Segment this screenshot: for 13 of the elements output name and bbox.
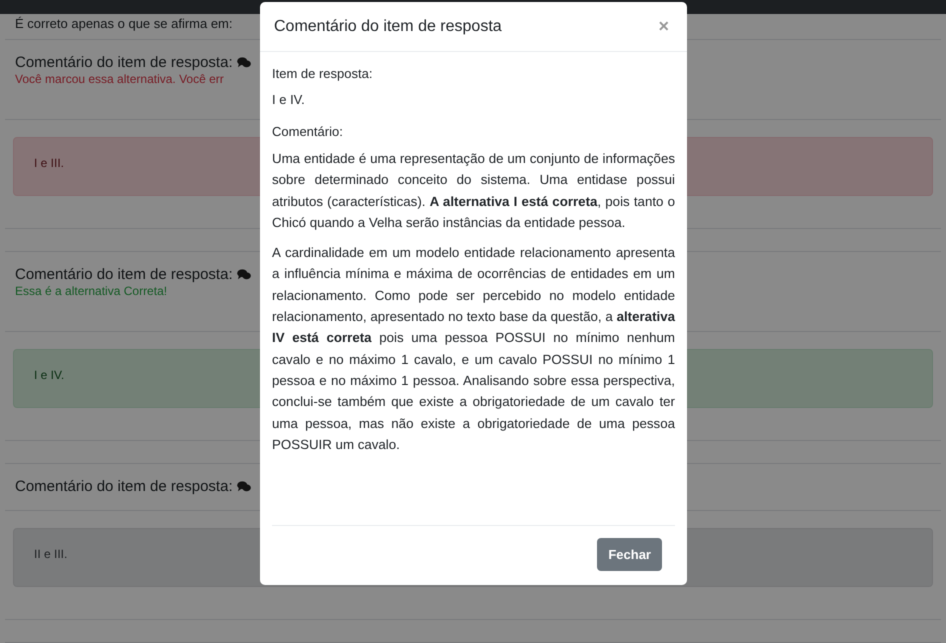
status-message: Essa é a alternativa Correta! [15, 284, 168, 298]
modal-title: Comentário do item de resposta [274, 18, 502, 36]
comments-icon[interactable] [236, 480, 251, 492]
comments-icon[interactable] [236, 56, 251, 68]
comment-heading: Comentário do item de resposta: [15, 478, 233, 495]
close-button[interactable]: Fechar [597, 538, 662, 571]
comment-heading: Comentário do item de resposta: [15, 266, 233, 283]
status-message: Você marcou essa alternativa. Você err [15, 72, 224, 86]
close-button[interactable]: × [656, 16, 671, 37]
answer-label: Item de resposta: [272, 65, 374, 83]
comment-heading: Comentário do item de resposta: [15, 54, 233, 71]
comments-icon[interactable] [236, 268, 251, 280]
answer-text: I e IV. [272, 91, 306, 109]
